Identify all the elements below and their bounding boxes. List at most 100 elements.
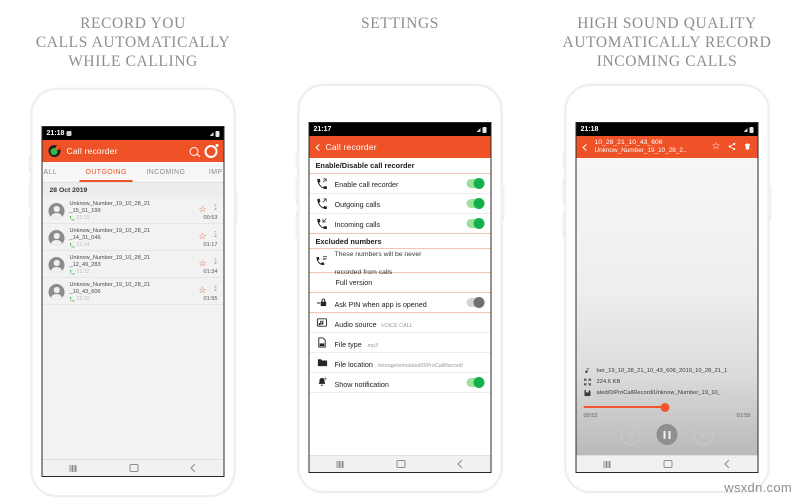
panel-headline: HIGH SOUND QUALITY AUTOMATICALLY RECORD … bbox=[562, 15, 772, 70]
pause-icon bbox=[663, 430, 671, 439]
settings-list: Enable/Disable call recorder Enable call… bbox=[309, 158, 491, 455]
panel-headline: RECORD YOU CALLS AUTOMATICALLY WHILE CAL… bbox=[35, 15, 231, 70]
battery-icon bbox=[215, 130, 220, 137]
phone-outgoing-icon bbox=[316, 197, 329, 210]
setting-file-type[interactable]: File type .mp3 bbox=[309, 333, 491, 353]
call-duration: 01:34 bbox=[203, 269, 218, 275]
phone-screen: 21:18 10_28_21_10_43_606 Unknow_Number_1… bbox=[575, 122, 759, 473]
info-row-path: ated/0/ProCallRecord/Unknow_Number_19_10… bbox=[583, 387, 752, 398]
table-row[interactable]: Unknow_Number_19_10_28_21 _10_43_606 21:… bbox=[42, 278, 224, 305]
call-meta: Unknow_Number_19_10_28_21 _15_51_199 21:… bbox=[70, 201, 194, 221]
call-duration: 01:17 bbox=[203, 242, 218, 248]
row-menu-button[interactable] bbox=[213, 231, 219, 237]
phone-outgoing-icon bbox=[69, 215, 75, 221]
home-icon[interactable] bbox=[663, 460, 672, 468]
phone-frame: 21:18 10_28_21_10_43_606 Unknow_Number_1… bbox=[562, 84, 772, 493]
favorite-star-icon[interactable]: ☆ bbox=[199, 286, 208, 295]
call-name: Unknow_Number_19_10_28_21 _10_43_606 bbox=[69, 282, 151, 295]
toggle-outgoing-calls[interactable] bbox=[466, 197, 485, 209]
tab-important[interactable]: IMP bbox=[196, 162, 224, 182]
search-icon bbox=[189, 146, 199, 156]
home-icon[interactable] bbox=[129, 464, 138, 472]
toggle-incoming-calls[interactable] bbox=[466, 217, 485, 229]
setting-enable-call-recorder[interactable]: Enable call recorder bbox=[309, 174, 491, 194]
back-icon[interactable] bbox=[723, 459, 733, 469]
favorite-star-icon[interactable]: ☆ bbox=[199, 232, 208, 241]
setting-incoming-calls[interactable]: Incoming calls bbox=[309, 214, 491, 234]
search-button[interactable] bbox=[189, 146, 199, 156]
player-title: 10_28_21_10_43_606 Unknow_Number_19_10_2… bbox=[595, 139, 706, 155]
row-menu-button[interactable] bbox=[213, 285, 219, 291]
setting-value: /storage/emulated/0/ProCallRecord/ bbox=[377, 362, 464, 369]
phone-frame: 21:17 Call recorder Enable/Disable call … bbox=[295, 84, 505, 493]
panel-headline: SETTINGS bbox=[361, 15, 439, 32]
tab-incoming[interactable]: INCOMING bbox=[136, 162, 196, 182]
table-row[interactable]: Unknow_Number_19_10_28_21 _12_49_283 21:… bbox=[42, 251, 224, 278]
date-header: 28 Oct 2019 bbox=[42, 183, 224, 197]
phone-volume-up-button bbox=[562, 178, 566, 204]
recents-icon[interactable] bbox=[336, 460, 343, 468]
signal-icon bbox=[209, 131, 214, 136]
call-duration: 00:53 bbox=[203, 215, 218, 221]
phone-volume-down-button bbox=[562, 212, 566, 238]
info-filesize: 224.6 KB bbox=[596, 378, 621, 385]
trash-icon[interactable] bbox=[744, 138, 752, 156]
player-times: 00:52 01:55 bbox=[577, 412, 758, 419]
table-row[interactable]: Unknow_Number_19_10_28_21 _14_31_046 21:… bbox=[42, 224, 224, 251]
setting-label: File location /storage/emulated/0/ProCal… bbox=[334, 359, 464, 369]
setting-audio-source[interactable]: Audio source VOICE CALL bbox=[309, 313, 491, 333]
phone-outgoing-icon bbox=[69, 296, 75, 302]
avatar bbox=[48, 257, 65, 273]
row-menu-button[interactable] bbox=[213, 258, 219, 264]
recents-icon[interactable] bbox=[603, 460, 610, 468]
favorite-star-icon[interactable]: ☆ bbox=[199, 205, 208, 214]
call-name: Unknow_Number_19_10_28_21 _14_31_046 bbox=[69, 228, 151, 241]
seek-bar[interactable] bbox=[583, 403, 751, 412]
next-button[interactable] bbox=[693, 424, 714, 445]
recents-icon[interactable] bbox=[69, 464, 76, 472]
app-bar: Call recorder bbox=[309, 136, 491, 158]
panel-settings: SETTINGS 21:17 Call recorder Enable/Disa… bbox=[267, 0, 533, 500]
tab-all[interactable]: ALL bbox=[43, 162, 77, 182]
app-title: Call recorder bbox=[325, 142, 377, 152]
setting-label: Outgoing calls bbox=[334, 200, 381, 209]
toggle-show-notification[interactable] bbox=[466, 377, 485, 388]
player-title-line1: 10_28_21_10_43_606 bbox=[594, 139, 663, 146]
toggle-enable-call-recorder[interactable] bbox=[466, 177, 485, 189]
setting-ask-pin[interactable]: Ask PIN when app is opened bbox=[309, 293, 491, 313]
chevron-left-icon[interactable] bbox=[315, 143, 323, 151]
setting-show-notification[interactable]: Show notification bbox=[309, 373, 491, 393]
seek-fill bbox=[583, 406, 666, 409]
gear-icon bbox=[204, 143, 219, 158]
settings-button[interactable] bbox=[204, 143, 219, 158]
panel-player: HIGH SOUND QUALITY AUTOMATICALLY RECORD … bbox=[534, 0, 800, 500]
setting-file-location[interactable]: File location /storage/emulated/0/ProCal… bbox=[309, 353, 491, 373]
pause-button[interactable] bbox=[656, 424, 678, 445]
back-icon[interactable] bbox=[189, 463, 199, 473]
seek-handle[interactable] bbox=[660, 403, 670, 412]
call-time-row: 21:10 bbox=[69, 296, 194, 302]
previous-button[interactable] bbox=[620, 424, 641, 445]
row-menu-button[interactable] bbox=[213, 204, 219, 210]
setting-label: Ask PIN when app is opened bbox=[334, 299, 427, 309]
signal-icon bbox=[476, 127, 481, 132]
system-nav-bar bbox=[42, 459, 224, 476]
app-title: Call recorder bbox=[66, 146, 118, 156]
toggle-ask-pin[interactable] bbox=[466, 297, 485, 308]
share-icon[interactable] bbox=[728, 138, 737, 156]
setting-outgoing-calls[interactable]: Outgoing calls bbox=[309, 194, 491, 214]
back-icon[interactable] bbox=[456, 459, 466, 469]
player-controls bbox=[577, 419, 758, 451]
status-bar-right bbox=[209, 130, 220, 137]
status-bar-right bbox=[476, 126, 487, 133]
home-icon[interactable] bbox=[396, 460, 405, 468]
chevron-left-icon[interactable] bbox=[582, 143, 590, 151]
setting-excluded-numbers[interactable]: These numbers will be never recorded fro… bbox=[309, 249, 491, 276]
table-row[interactable]: Unknow_Number_19_10_28_21 _15_51_199 21:… bbox=[42, 197, 224, 224]
favorite-star-icon[interactable]: ☆ bbox=[712, 142, 721, 152]
tab-outgoing[interactable]: OUTGOING bbox=[76, 162, 136, 182]
favorite-star-icon[interactable]: ☆ bbox=[199, 259, 208, 268]
avatar bbox=[48, 203, 65, 219]
phone-screen: 21:18 Call recorder ALL OUTGOING INCOMIN… bbox=[41, 126, 225, 477]
call-list: Unknow_Number_19_10_28_21 _15_51_199 21:… bbox=[42, 197, 224, 459]
